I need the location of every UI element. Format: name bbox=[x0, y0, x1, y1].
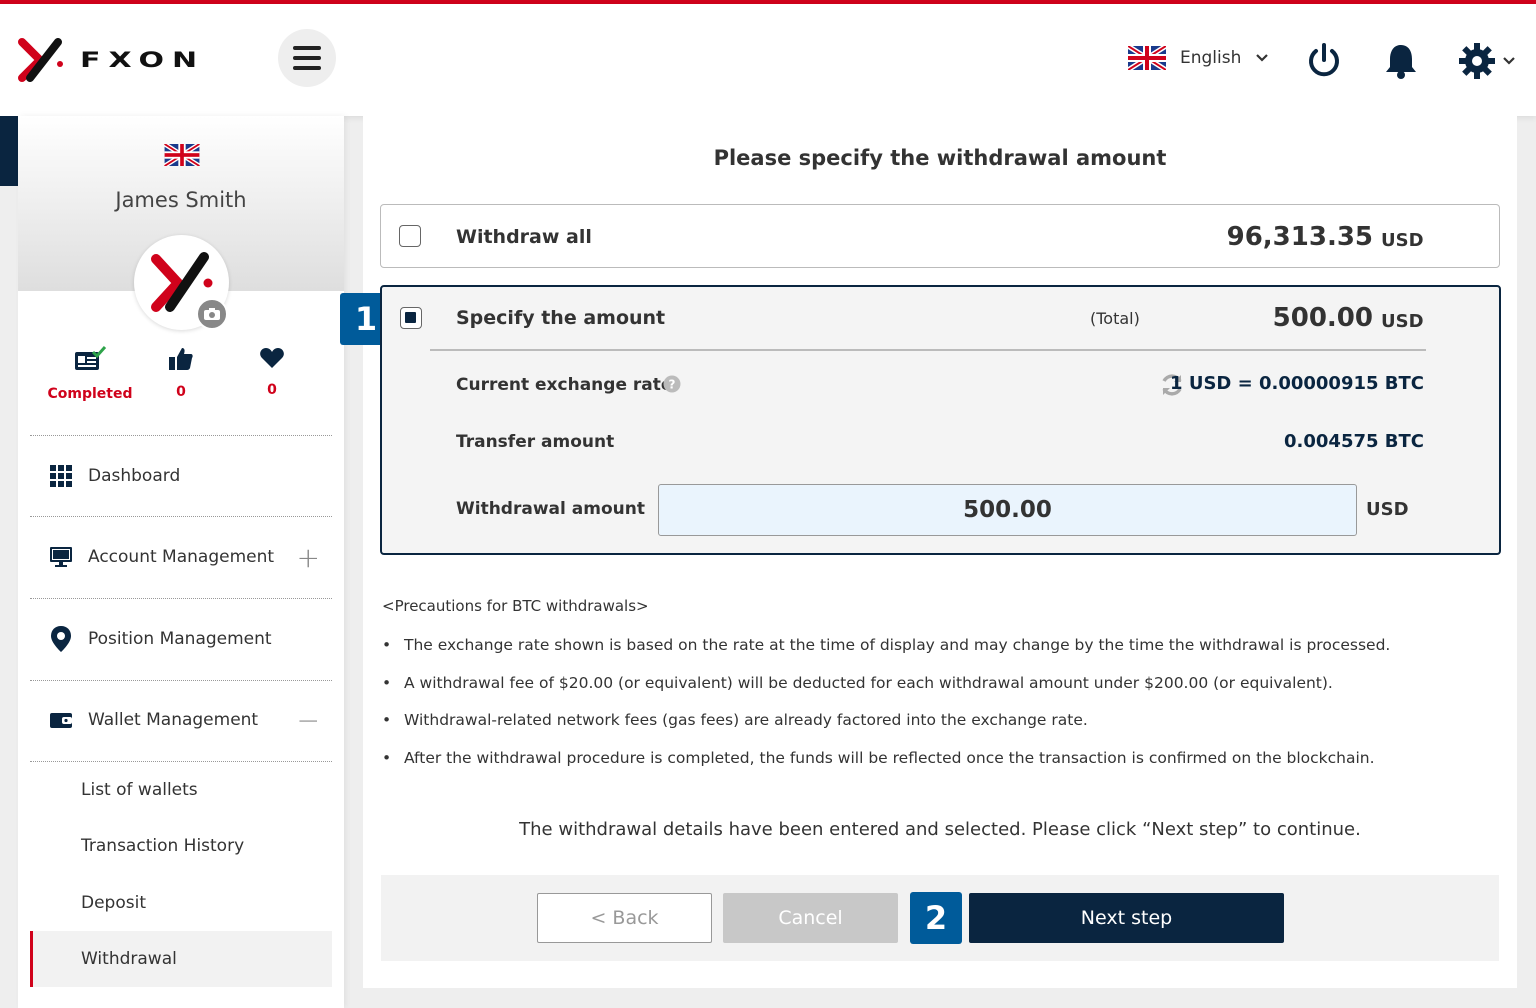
back-button[interactable]: < Back bbox=[537, 893, 712, 943]
step-badge-2: 2 bbox=[910, 892, 962, 944]
specify-amount-option: Specify the amount (Total) 500.00 USD Cu… bbox=[380, 285, 1501, 555]
sidebar-subitem-transaction-history[interactable]: Transaction History bbox=[30, 818, 332, 874]
precaution-item: • Withdrawal-related network fees (gas fe… bbox=[382, 711, 1088, 729]
fxon-logo[interactable]: FXON bbox=[18, 38, 238, 82]
hamburger-icon bbox=[293, 46, 321, 50]
action-bar: < Back Cancel 2 Next step bbox=[381, 875, 1499, 961]
power-icon[interactable] bbox=[1305, 42, 1343, 80]
withdrawal-amount-input[interactable] bbox=[658, 484, 1357, 536]
collapse-toggle[interactable]: − bbox=[297, 704, 320, 737]
precautions-title: <Precautions for BTC withdrawals> bbox=[382, 597, 649, 615]
uk-flag-icon bbox=[164, 144, 200, 166]
transfer-amount-value: 0.004575 BTC bbox=[1284, 431, 1424, 452]
withdraw-all-amount: 96,313.35 bbox=[1226, 222, 1373, 252]
uk-flag-icon bbox=[1128, 46, 1166, 70]
specify-amount-label: Specify the amount bbox=[456, 307, 666, 329]
id-card-check-icon bbox=[75, 346, 107, 370]
withdraw-all-unit: USD bbox=[1381, 230, 1424, 251]
wallet-icon bbox=[50, 713, 72, 728]
page-title: Please specify the withdrawal amount bbox=[713, 146, 1167, 170]
help-icon[interactable]: ? bbox=[663, 375, 681, 393]
precaution-item: • The exchange rate shown is based on the… bbox=[382, 636, 1391, 654]
sidebar-item-label: Wallet Management bbox=[88, 710, 259, 730]
hamburger-menu-button[interactable] bbox=[278, 29, 336, 87]
sidebar-item-account-management[interactable]: Account Management + bbox=[30, 517, 332, 597]
chevron-down-icon bbox=[1503, 57, 1515, 65]
sidebar-item-label: Dashboard bbox=[88, 466, 181, 486]
change-photo-button[interactable] bbox=[196, 298, 228, 330]
verification-stat[interactable]: Completed bbox=[40, 346, 140, 402]
precaution-item: • A withdrawal fee of $20.00 (or equivale… bbox=[382, 674, 1333, 692]
main-panel: Please specify the withdrawal amount Wit… bbox=[340, 116, 1517, 988]
sidebar-subitem-label: List of wallets bbox=[81, 780, 198, 800]
continue-notice: The withdrawal details have been entered… bbox=[519, 819, 1361, 840]
specify-total-unit: USD bbox=[1381, 311, 1424, 332]
sidebar-subitem-label: Deposit bbox=[81, 893, 146, 913]
sidebar-subitem-deposit[interactable]: Deposit bbox=[30, 875, 332, 931]
withdraw-all-checkbox[interactable] bbox=[399, 225, 421, 247]
divider bbox=[430, 349, 1426, 351]
sidebar-item-wallet-management[interactable]: Wallet Management − bbox=[30, 680, 332, 760]
withdrawal-amount-label: Withdrawal amount bbox=[456, 499, 645, 519]
sidebar-accent-bar bbox=[0, 116, 18, 186]
language-label: English bbox=[1180, 48, 1242, 68]
withdraw-all-option[interactable]: Withdraw all 96,313.35 USD bbox=[380, 204, 1500, 268]
favorites-stat[interactable]: 0 bbox=[222, 346, 322, 398]
camera-icon bbox=[204, 308, 220, 320]
exchange-rate-label: Current exchange rate bbox=[456, 375, 673, 395]
thumbs-up-icon bbox=[169, 348, 193, 370]
sidebar: James Smith Completed 0 0 Dashboard Acco… bbox=[18, 116, 344, 1008]
precaution-text: Withdrawal-related network fees (gas fee… bbox=[404, 711, 1088, 729]
sidebar-item-label: Position Management bbox=[88, 629, 272, 649]
precaution-text: After the withdrawal procedure is comple… bbox=[404, 749, 1375, 767]
fxon-logo-mark-icon bbox=[18, 38, 63, 82]
sidebar-item-position-management[interactable]: Position Management bbox=[30, 599, 332, 679]
sidebar-subitem-label: Transaction History bbox=[81, 836, 245, 856]
precaution-text: The exchange rate shown is based on the … bbox=[404, 636, 1391, 654]
top-header: FXON English bbox=[0, 4, 1536, 116]
heart-icon bbox=[260, 348, 284, 368]
likes-stat[interactable]: 0 bbox=[131, 346, 231, 400]
sidebar-subitem-withdrawal[interactable]: Withdrawal bbox=[30, 931, 332, 987]
next-step-button[interactable]: Next step bbox=[969, 893, 1284, 943]
transfer-amount-label: Transfer amount bbox=[456, 432, 615, 452]
language-selector[interactable]: English bbox=[1128, 46, 1269, 70]
grid-icon bbox=[50, 465, 72, 487]
expand-toggle[interactable]: + bbox=[297, 541, 320, 574]
favorites-count: 0 bbox=[267, 382, 277, 398]
sidebar-subitem-label: Withdrawal bbox=[81, 949, 177, 969]
likes-count: 0 bbox=[176, 384, 186, 400]
sidebar-item-dashboard[interactable]: Dashboard bbox=[30, 436, 332, 516]
location-pin-icon bbox=[51, 626, 71, 652]
sidebar-subitem-list-of-wallets[interactable]: List of wallets bbox=[30, 762, 332, 818]
chevron-down-icon bbox=[1256, 54, 1269, 62]
total-label: (Total) bbox=[1090, 309, 1140, 328]
withdraw-all-label: Withdraw all bbox=[456, 226, 592, 248]
svg-text:?: ? bbox=[669, 378, 676, 392]
specify-total-amount: 500.00 bbox=[1272, 303, 1373, 333]
verification-status: Completed bbox=[47, 386, 133, 402]
cancel-button[interactable]: Cancel bbox=[723, 893, 898, 943]
exchange-rate-value: 1 USD = 0.00000915 BTC bbox=[1170, 373, 1424, 394]
specify-amount-checkbox[interactable] bbox=[400, 307, 422, 329]
withdrawal-amount-unit: USD bbox=[1366, 499, 1409, 520]
precaution-item: • After the withdrawal procedure is compl… bbox=[382, 749, 1375, 767]
settings-menu[interactable] bbox=[1458, 42, 1516, 80]
monitor-icon bbox=[50, 547, 72, 567]
bell-icon[interactable] bbox=[1383, 42, 1419, 80]
gear-icon bbox=[1459, 43, 1495, 79]
sidebar-item-label: Account Management bbox=[88, 547, 275, 567]
precaution-text: A withdrawal fee of $20.00 (or equivalen… bbox=[404, 674, 1333, 692]
brand-name: FXON bbox=[80, 47, 206, 73]
user-name: James Smith bbox=[115, 188, 247, 212]
